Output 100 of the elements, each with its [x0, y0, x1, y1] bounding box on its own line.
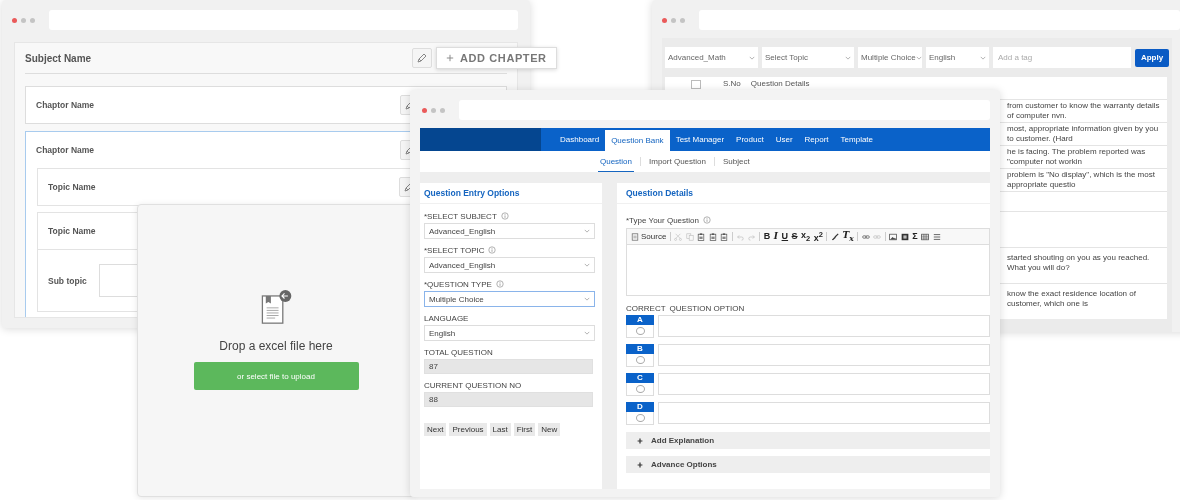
question-text: problem is "No display", which is the most appropriate questio	[1007, 170, 1156, 190]
readonly-field[interactable]: 87	[424, 359, 593, 374]
info-icon[interactable]	[495, 280, 504, 288]
topic-name: Topic Name	[48, 226, 96, 236]
question-text: most, appropriate information given by you to customer. (Hard	[1007, 124, 1160, 144]
chapter-name: Chaptor Name	[36, 145, 95, 155]
format-button[interactable]: Σ	[912, 232, 918, 241]
underline-button[interactable]: U	[781, 232, 789, 241]
nav-tab[interactable]: Dashboard	[554, 128, 606, 151]
filter-select[interactable]: Multiple Choice	[858, 47, 922, 68]
document-icon	[259, 289, 293, 325]
window-dot[interactable]	[662, 17, 667, 23]
option-letter: D	[626, 402, 654, 412]
filter-select[interactable]: English	[926, 47, 989, 68]
chevron-down-icon	[584, 263, 590, 267]
chevron-down-icon	[584, 297, 590, 301]
field-label: CURRENT QUESTION NO	[424, 380, 522, 390]
select-field[interactable]: Advanced_English	[424, 223, 595, 239]
option-field[interactable]	[658, 402, 990, 424]
window-dot[interactable]	[440, 107, 445, 113]
bold-button[interactable]: B	[763, 232, 771, 241]
image-icon[interactable]	[889, 232, 898, 241]
tag-field[interactable]: Add a tag	[993, 47, 1131, 68]
nav-tab[interactable]: Product	[730, 128, 770, 151]
apply-button[interactable]: Apply	[1135, 48, 1169, 67]
pager-button[interactable]: Previous	[449, 423, 487, 436]
filter-select[interactable]: Select Topic	[762, 47, 854, 68]
option-field[interactable]	[658, 344, 990, 366]
clipboard-icon[interactable]	[720, 232, 729, 241]
italic-button[interactable]: I	[773, 232, 779, 241]
format-button[interactable]: x$^{2}$	[813, 230, 823, 243]
subject-title: Subject Name	[25, 52, 92, 64]
brush-icon[interactable]	[830, 232, 839, 241]
nav-tab[interactable]: Report	[798, 128, 835, 151]
readonly-field[interactable]: 88	[424, 392, 593, 407]
nav-tab[interactable]: Test Manager	[669, 128, 731, 151]
collapsible-section[interactable]: Advance Options	[626, 456, 990, 473]
option-field[interactable]	[658, 315, 990, 337]
sub-tab[interactable]: Import Question	[647, 151, 708, 172]
section-title: Advance Options	[651, 460, 717, 469]
topic-name: Topic Name	[48, 182, 96, 192]
italic-button[interactable]: T$_{x}$	[842, 230, 854, 243]
chevron-down-icon	[584, 229, 590, 233]
filter-select[interactable]: Advanced_Math	[665, 47, 758, 68]
column-header: CORRECT	[626, 304, 666, 313]
strike-button[interactable]: S	[791, 232, 798, 241]
pager-button[interactable]: New	[538, 423, 561, 436]
clipboard-icon[interactable]	[697, 232, 706, 241]
option-field[interactable]	[658, 373, 990, 395]
media-icon[interactable]	[900, 232, 909, 241]
field-label: *SELECT SUBJECT	[424, 211, 497, 221]
drop-message: Drop a excel file here	[219, 339, 333, 353]
edit-button[interactable]	[412, 48, 432, 68]
nav-tab[interactable]: Template	[834, 128, 880, 151]
clipboard-icon[interactable]	[708, 232, 717, 241]
window-dot[interactable]	[12, 17, 17, 23]
rich-text-editor[interactable]: Source B I U S x$_{2}$ x$^{2}$ T$_{x}$ Σ	[626, 228, 990, 296]
pencil-icon	[416, 52, 428, 64]
horizontal-rule-icon[interactable]	[932, 232, 941, 241]
info-icon[interactable]	[488, 246, 497, 254]
chapter-name: Chaptor Name	[36, 100, 95, 110]
field-label: *Type Your Question	[626, 215, 699, 225]
panel-title: Question Entry Options	[420, 183, 602, 204]
question-text: know the exact residence location of customer, which one is	[1007, 289, 1137, 309]
option-letter: C	[626, 373, 654, 383]
window-dot[interactable]	[671, 17, 676, 23]
chevron-down-icon	[584, 331, 590, 335]
window-dot[interactable]	[431, 107, 436, 113]
window-dot[interactable]	[680, 17, 685, 23]
info-icon[interactable]	[500, 212, 509, 220]
info-icon[interactable]	[702, 216, 711, 224]
option-letter: A	[626, 315, 654, 325]
pager-button[interactable]: First	[513, 423, 536, 436]
field-label: LANGUAGE	[424, 313, 469, 323]
chevron-down-icon	[749, 55, 755, 60]
window-dot[interactable]	[30, 17, 35, 23]
window-dot[interactable]	[21, 17, 26, 23]
format-button[interactable]: x$_{2}$	[801, 230, 811, 243]
checkbox[interactable]	[691, 80, 701, 89]
source-button[interactable]: Source	[631, 232, 667, 241]
nav-tab[interactable]: Question Bank	[605, 130, 670, 151]
nav-tab[interactable]: User	[769, 128, 799, 151]
window-dot[interactable]	[422, 107, 427, 113]
collapsible-section[interactable]: Add Explanation	[626, 432, 990, 449]
chevron-down-icon	[980, 55, 986, 60]
subtopic-label: Sub topic	[48, 275, 87, 286]
pager-button[interactable]: Last	[489, 423, 511, 436]
link-icon[interactable]	[861, 232, 870, 241]
pager-button[interactable]: Next	[424, 423, 447, 436]
select-field[interactable]: English	[424, 325, 595, 341]
section-title: Add Explanation	[651, 436, 715, 445]
table-icon[interactable]	[921, 232, 930, 241]
page-icon	[631, 232, 639, 241]
select-field[interactable]: Advanced_English	[424, 257, 595, 273]
select-field[interactable]: Multiple Choice	[424, 291, 595, 307]
chevron-down-icon	[915, 55, 922, 60]
sub-tab[interactable]: Subject	[720, 151, 752, 172]
add-chapter-button[interactable]: ADD CHAPTER	[436, 47, 557, 69]
chevron-down-icon	[845, 55, 851, 60]
column-header: Question Details	[750, 79, 810, 88]
